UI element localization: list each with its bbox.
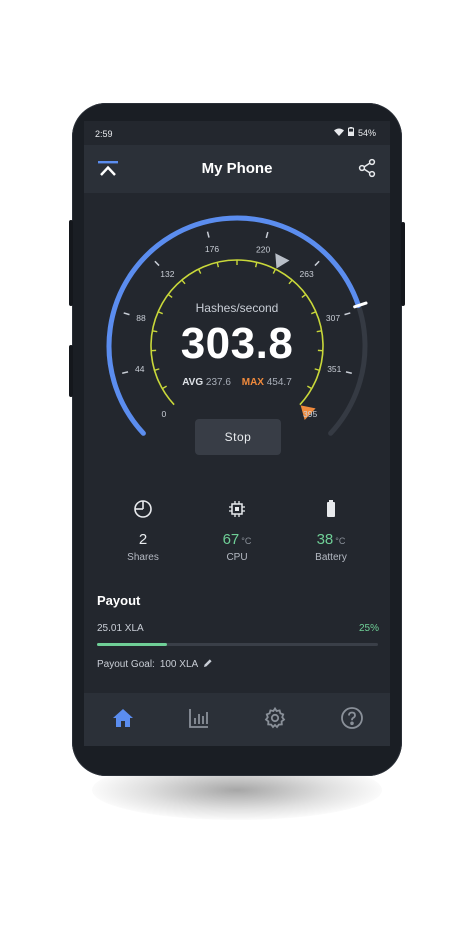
phone-screen: 2:59 54% My Phone 0 44 88 132 176 220 26… <box>84 121 390 746</box>
gauge-inner-tick <box>167 293 173 299</box>
status-bar: 2:59 54% <box>84 121 390 145</box>
gauge-tick-label: 220 <box>256 244 270 254</box>
battery-temp-unit: °C <box>335 536 346 546</box>
home-icon <box>111 706 135 735</box>
gauge-inner-tick <box>301 293 307 299</box>
help-icon <box>340 706 364 735</box>
battery-temp: 38 °C <box>280 531 382 548</box>
gauge-tick-mark <box>314 260 320 267</box>
nav-settings[interactable] <box>262 706 288 735</box>
shares-label: Shares <box>127 552 159 563</box>
gauge-tick-mark <box>154 260 160 267</box>
max-label: MAX <box>241 377 264 388</box>
bottom-navigation <box>84 693 390 746</box>
nav-stats[interactable] <box>186 707 212 733</box>
gauge-tick-mark <box>122 371 129 375</box>
page-title: My Phone <box>201 160 273 177</box>
avg-value: 237.6 <box>205 377 231 388</box>
gauge-tick-mark <box>206 231 210 238</box>
battery-label: Battery <box>315 552 347 563</box>
battery-icon <box>280 499 382 521</box>
hashrate-value: 303.8 <box>180 319 294 368</box>
pencil-edit-icon[interactable] <box>203 658 213 671</box>
gauge-inner-tick <box>197 268 202 274</box>
pie-chart-icon <box>92 499 194 521</box>
gauge-inner-tick <box>154 368 160 371</box>
stop-button[interactable]: Stop <box>195 419 281 455</box>
avg-label: AVG <box>182 377 204 388</box>
gear-icon <box>263 706 287 735</box>
battery-percent: 54% <box>357 127 376 138</box>
nav-help[interactable] <box>339 706 365 735</box>
nav-home[interactable] <box>110 707 136 733</box>
phone-side-button <box>401 222 405 306</box>
hashrate-avg-max: AVG 237.6 MAX 454.7 <box>84 377 390 388</box>
gauge-avg-marker <box>275 253 290 269</box>
gauge-tick-label: 176 <box>205 244 219 254</box>
gauge-tick-mark <box>265 231 269 239</box>
battery-temp-value: 38 <box>316 531 334 548</box>
phone-side-button <box>69 220 73 306</box>
gauge-tick-label: 0 <box>161 409 166 419</box>
wifi-icon <box>333 128 344 138</box>
stat-battery: 38 °C Battery <box>280 499 382 563</box>
gauge-inner-tick <box>254 262 258 268</box>
stats-row: 2 Shares 67 °C CPU 38 °C Battery <box>84 499 390 569</box>
payout-progress-bar <box>97 643 378 646</box>
share-icon[interactable] <box>357 158 377 183</box>
battery-icon <box>347 127 354 138</box>
gauge-tick-label: 263 <box>300 269 314 279</box>
stat-shares: 2 Shares <box>92 499 194 563</box>
payout-title: Payout <box>97 593 141 608</box>
gauge-inner-tick <box>288 279 293 285</box>
payout-percent: 25% <box>358 623 379 634</box>
bar-chart-icon <box>187 706 211 735</box>
payout-goal[interactable]: Payout Goal: 100 XLA <box>97 658 213 671</box>
gauge-inner-tick <box>216 262 220 268</box>
cpu-temp-value: 67 <box>222 531 240 548</box>
shares-value: 2 <box>138 531 148 548</box>
cpu-chip-icon <box>186 499 288 521</box>
phone-side-button <box>69 345 73 397</box>
gauge-tick-label: 395 <box>303 409 317 419</box>
status-time: 2:59 <box>95 129 113 139</box>
app-bar: My Phone <box>84 145 390 193</box>
gauge-tick-label: 132 <box>160 269 174 279</box>
payout-goal-label: Payout Goal: <box>97 659 155 670</box>
max-value: 454.7 <box>266 377 292 388</box>
cpu-temp: 67 °C <box>186 531 288 548</box>
cpu-temp-unit: °C <box>241 536 252 546</box>
gauge-inner-tick <box>314 368 320 371</box>
payout-amount: 25.01 XLA <box>97 623 144 634</box>
cpu-label: CPU <box>226 552 248 563</box>
gauge-inner-tick <box>272 268 277 274</box>
gauge-inner-tick <box>181 279 186 285</box>
payout-goal-value: 100 XLA <box>159 659 199 670</box>
stat-cpu: 67 °C CPU <box>186 499 288 563</box>
hashrate-label: Hashes/second <box>195 301 279 315</box>
payout-progress-fill <box>97 643 168 646</box>
gauge-tick-mark <box>345 371 352 375</box>
